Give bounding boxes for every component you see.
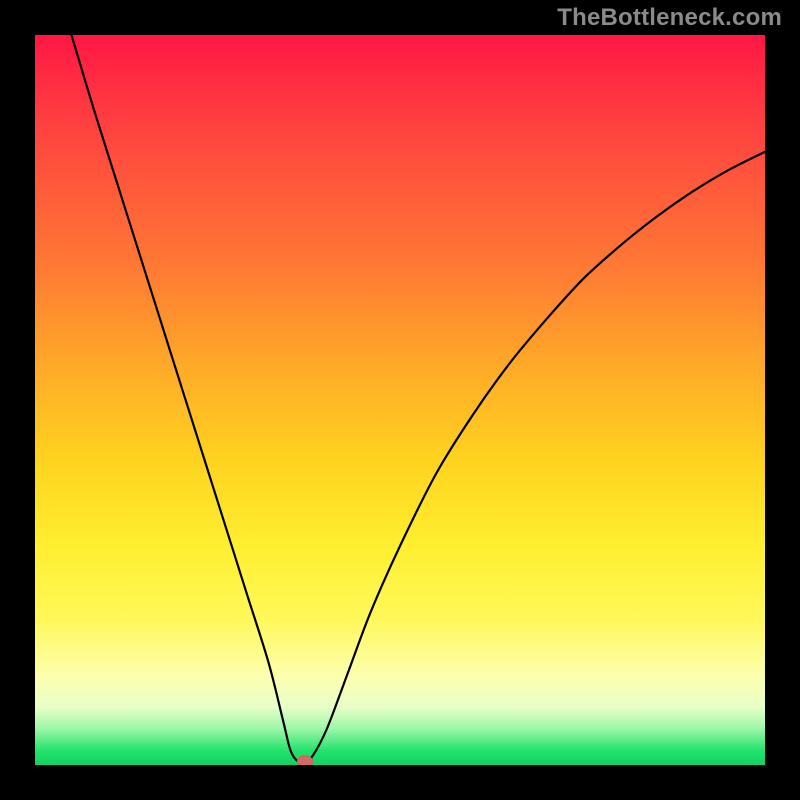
chart-container: TheBottleneck.com [0, 0, 800, 800]
bottleneck-curve [72, 35, 766, 762]
watermark-text: TheBottleneck.com [557, 4, 782, 32]
curve-layer [35, 35, 765, 765]
minimum-marker [297, 756, 313, 765]
plot-area [35, 35, 765, 765]
